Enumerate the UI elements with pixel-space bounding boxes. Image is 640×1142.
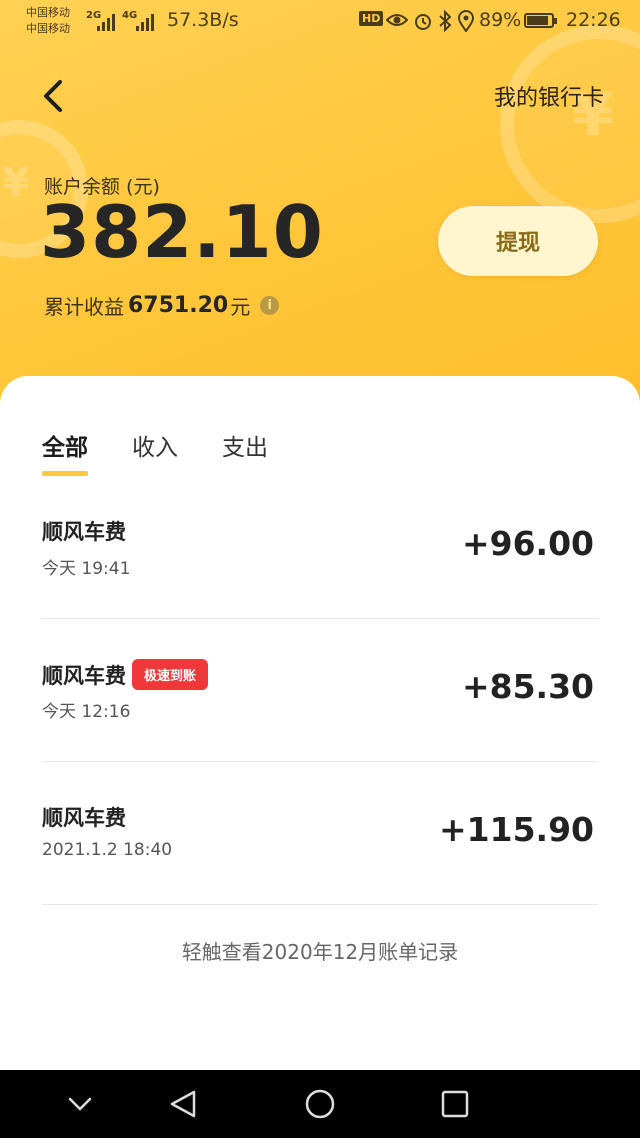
info-icon[interactable]: i [260,296,280,315]
transaction-list: 顺风车费 今天 19:41 +96.00 顺风车费 极速到账 今天 12:16 … [42,476,598,905]
transaction-title-text: 顺风车费 [42,520,126,544]
withdraw-button[interactable]: 提现 [438,206,598,276]
bluetooth-icon [439,10,452,32]
balance-amount: 382.10 [40,190,324,274]
total-earnings: 累计收益 6751.20 元 i [44,291,280,320]
transaction-title-text: 顺风车费 [42,806,126,830]
yuan-icon: ¥ [2,160,30,206]
clock: 22:26 [566,9,621,31]
network-type-2: 4G [122,10,138,21]
transaction-title-text: 顺风车费 [42,663,126,688]
alarm-icon [415,14,431,30]
system-navigation-bar [0,1070,640,1138]
fast-arrival-badge: 极速到账 [132,659,209,690]
chevron-left-icon [44,80,62,112]
eye-icon [386,14,408,26]
earnings-unit: 元 [230,295,251,319]
hide-nav-button[interactable] [40,1070,120,1138]
back-nav-button[interactable] [143,1070,223,1138]
chevron-down-icon [68,1097,92,1111]
carrier-1: 中国移动 [26,6,70,19]
transaction-amount: +115.90 [439,810,594,849]
my-bank-card-link[interactable]: 我的银行卡 [494,80,604,112]
carrier-2: 中国移动 [26,22,70,35]
transaction-title: 顺风车费 极速到账 [42,659,209,690]
location-icon [458,10,474,32]
transaction-title: 顺风车费 [42,516,126,546]
view-history-link[interactable]: 轻触查看2020年12月账单记录 [0,936,640,965]
transaction-row[interactable]: 顺风车费 2021.1.2 18:40 +115.90 [42,762,598,905]
home-nav-button[interactable] [280,1070,360,1138]
carrier-labels: 中国移动 中国移动 [26,5,70,37]
earnings-label: 累计收益 [44,295,124,319]
transaction-amount: +96.00 [461,524,594,563]
hd-badge: HD [359,11,384,26]
transactions-card: 全部 收入 支出 顺风车费 今天 19:41 +96.00 顺风车费 极速到账 … [0,376,640,1070]
transaction-title: 顺风车费 [42,802,126,832]
battery-icon [524,13,557,28]
transaction-time: 今天 12:16 [42,702,131,722]
yuan-coin-decoration [500,25,640,223]
tab-all[interactable]: 全部 [42,428,88,476]
home-circle-icon [305,1089,335,1119]
transaction-amount: +85.30 [461,667,594,706]
filter-tabs: 全部 收入 支出 [42,428,312,476]
tab-expense[interactable]: 支出 [222,428,268,476]
signal-icon [136,11,154,31]
battery-percent: 89% [479,9,522,31]
transaction-time: 2021.1.2 18:40 [42,840,173,860]
battery-level [527,16,549,25]
status-bar: 中国移动 中国移动 2G 4G 57.3B/s HD 89% 22:26 [0,0,640,44]
back-button[interactable] [38,76,72,116]
recents-square-icon [441,1090,469,1118]
transaction-row[interactable]: 顺风车费 极速到账 今天 12:16 +85.30 [42,619,598,762]
back-triangle-icon [170,1090,196,1118]
transaction-time: 今天 19:41 [42,559,131,579]
recents-nav-button[interactable] [415,1070,495,1138]
tab-income[interactable]: 收入 [132,428,178,476]
signal-icon [97,11,115,31]
earnings-value: 6751.20 [128,293,229,318]
network-speed: 57.3B/s [167,9,239,31]
transaction-row[interactable]: 顺风车费 今天 19:41 +96.00 [42,476,598,619]
